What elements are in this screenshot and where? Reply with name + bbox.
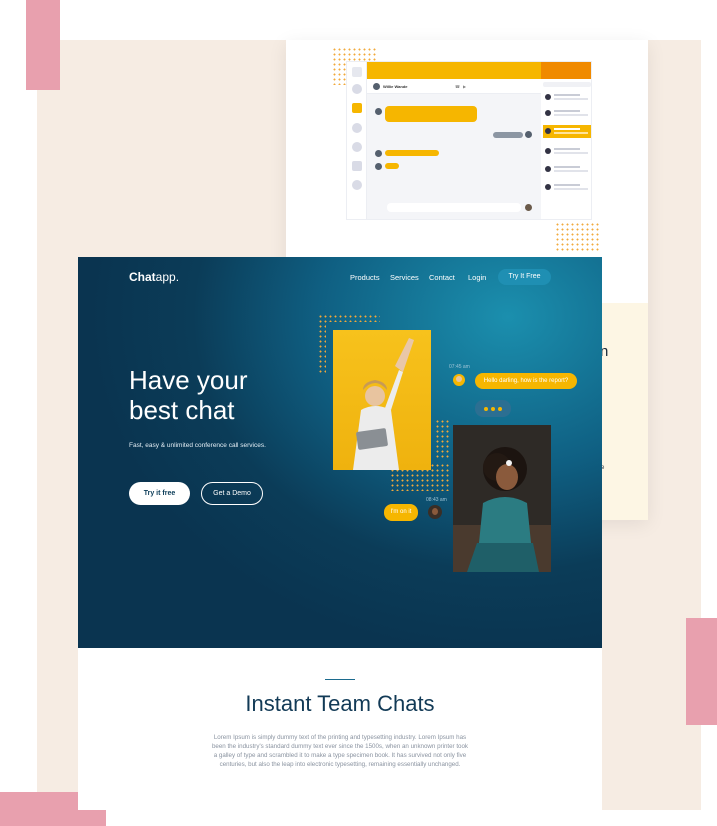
conversation-header: Willie Wande ☎ ▶ <box>367 79 541 94</box>
message-input[interactable] <box>387 203 521 212</box>
hero-subtitle: Fast, easy & unlimited conference call s… <box>129 442 266 449</box>
contact-name: Willie Wande <box>383 84 408 89</box>
photo-woman-curly-hair <box>453 425 551 572</box>
video-icon[interactable]: ▶ <box>463 85 466 89</box>
conversation-item[interactable] <box>543 145 591 158</box>
chat-icon <box>352 103 362 113</box>
conversation-item[interactable] <box>543 163 591 176</box>
get-a-demo-button[interactable]: Get a Demo <box>201 482 263 505</box>
avatar-woman-curly <box>428 505 442 519</box>
dashboard-preview: Willie Wande ☎ ▶ <box>346 61 592 220</box>
avatar-woman-yellow <box>453 374 465 386</box>
typing-bubble <box>385 163 399 169</box>
try-it-free-nav-button[interactable]: Try It Free <box>498 269 551 285</box>
dashboard-topbar-accent <box>541 62 591 79</box>
decor-block-right <box>686 618 717 725</box>
hero-section: Chatapp. Products Services Contact Login… <box>78 257 602 648</box>
dots-decor-hero-right <box>435 419 450 459</box>
clock-icon <box>352 180 362 190</box>
search-field[interactable] <box>543 82 591 87</box>
dots-decor-hero-top <box>318 314 380 322</box>
section-body: Lorem Ipsum is simply dummy text of the … <box>211 734 469 768</box>
conversation-item-active[interactable] <box>543 125 591 138</box>
message-avatar <box>375 163 382 170</box>
photo-woman-tablet <box>333 330 431 470</box>
conversation-list <box>541 79 591 219</box>
page: n se Willie Wande ☎ ▶ <box>0 0 717 826</box>
contact-avatar <box>373 83 380 90</box>
settings-icon <box>352 123 362 133</box>
message-bubble-reply <box>493 132 523 138</box>
logo-bold: Chat <box>129 270 156 284</box>
menu-icon <box>352 67 362 77</box>
chat-message-1: Hello darling, how is the report? <box>475 373 577 389</box>
send-icon[interactable] <box>525 204 532 211</box>
logo[interactable]: Chatapp. <box>129 270 179 284</box>
home-icon <box>352 84 362 94</box>
decor-block-top-left <box>26 0 60 90</box>
woman-curly-illustration <box>453 425 551 572</box>
chat-message-2: I'm on it <box>384 504 418 521</box>
dashboard-topbar <box>367 62 541 79</box>
message-bubble <box>385 150 439 156</box>
chat-time-2: 08:43 am <box>426 497 447 503</box>
nav-products[interactable]: Products <box>350 273 380 282</box>
message-avatar <box>375 150 382 157</box>
typing-indicator <box>475 400 511 417</box>
dashboard-nav <box>347 62 367 219</box>
try-it-free-button[interactable]: Try it free <box>129 482 190 505</box>
phone-icon[interactable]: ☎ <box>455 85 460 89</box>
nav-contact[interactable]: Contact <box>429 273 455 282</box>
hero-title: Have your best chat <box>129 365 248 425</box>
features-section: Instant Team Chats Lorem Ipsum is simply… <box>78 648 602 810</box>
nav-services[interactable]: Services <box>390 273 419 282</box>
logo-light: app. <box>155 270 180 284</box>
file-icon <box>352 142 362 152</box>
list-icon <box>352 161 362 171</box>
reply-avatar <box>525 131 532 138</box>
chat-time-1: 07:45 am <box>449 364 470 370</box>
message-avatar <box>375 108 382 115</box>
woman-tablet-illustration <box>353 338 414 470</box>
section-divider <box>325 679 355 681</box>
conversation-item[interactable] <box>543 107 591 120</box>
preview-card-cream-strip <box>602 303 648 520</box>
section-title: Instant Team Chats <box>245 691 435 716</box>
conversation-item[interactable] <box>543 181 591 194</box>
dots-decor-bottom-right <box>555 222 600 252</box>
conversation-item[interactable] <box>543 91 591 104</box>
nav-login[interactable]: Login <box>468 273 486 282</box>
dots-decor-hero-left <box>318 314 326 374</box>
message-bubble <box>385 106 477 122</box>
